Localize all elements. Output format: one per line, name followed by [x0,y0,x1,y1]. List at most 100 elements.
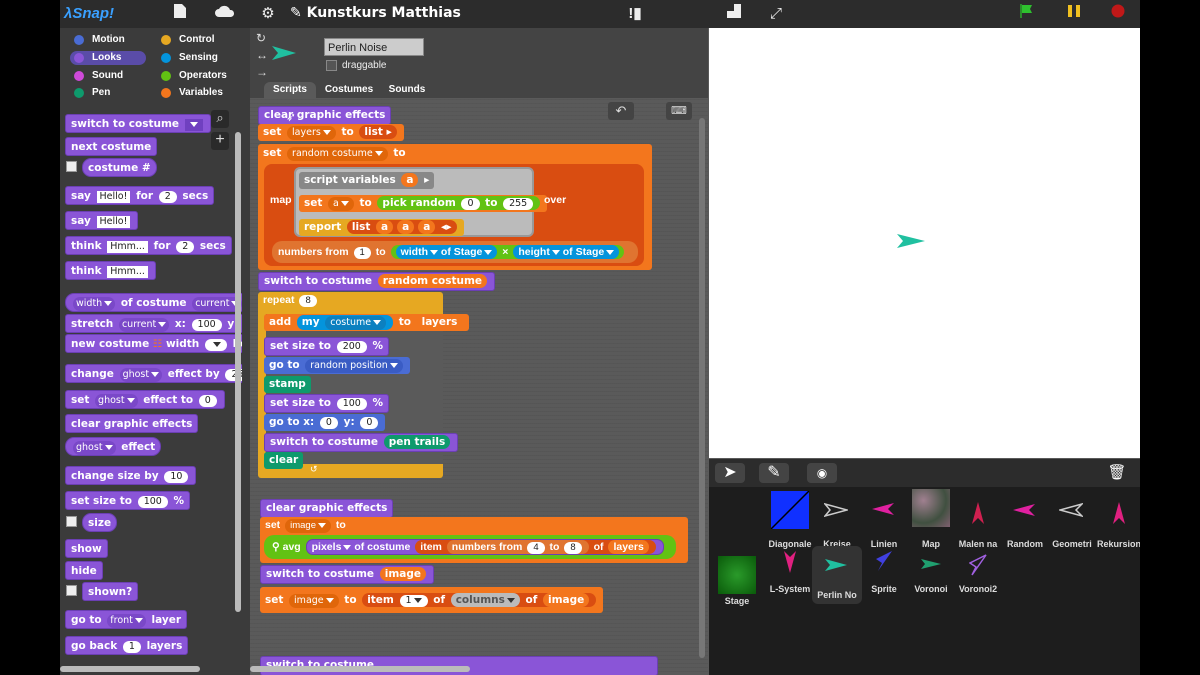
size-value-slot[interactable]: 100 [137,496,168,508]
sprite-rekursion[interactable]: Rekursion [1094,489,1140,549]
keyboard-icon[interactable]: ⌨ [666,102,692,120]
stage[interactable] [709,28,1140,458]
sprite-voronoi[interactable]: Voronoi [906,546,956,606]
switch-to-costume-block[interactable]: switch to costume image [260,565,434,584]
palette-hscrollbar[interactable] [60,666,200,672]
costume-dropdown[interactable]: current [118,318,170,332]
change-size-block[interactable]: change size by 10 [65,466,197,485]
tab-costumes[interactable]: Costumes [318,82,380,98]
x-slot[interactable]: 100 [191,319,222,331]
var-dropdown[interactable]: image [285,519,331,533]
trash-icon[interactable]: 🗑 [1105,463,1129,483]
clear-graphic-effects-block[interactable]: clear graphic effects [65,414,199,433]
add-icon[interactable]: + [211,132,229,150]
unused-blocks-icon[interactable]: !▮ [622,3,648,25]
sprite-arrow-icon[interactable] [896,233,926,254]
y-slot[interactable]: 0 [360,417,379,429]
category-operators[interactable]: Operators [157,69,233,83]
clear-graphic-effects-block[interactable]: clear graphic effects [258,106,392,125]
var-random-costume[interactable]: random costume [377,274,488,288]
category-variables[interactable]: Variables [157,86,233,100]
pixels-of-costume-reporter[interactable]: pixels of costume item numbers from 4 to… [305,539,664,555]
effect-dropdown[interactable]: ghost [73,441,116,455]
scripts-vscrollbar[interactable] [699,118,705,658]
add-to-list-block[interactable]: add my costume to layers [264,314,470,331]
switch-to-costume-block[interactable]: switch to costume random costume [258,272,496,291]
var-image[interactable]: image [542,593,590,607]
category-pen[interactable]: Pen [70,86,146,100]
stage-icon[interactable]: Stage [715,552,767,608]
item-reporter[interactable]: item numbers from 4 to 8 of layers [415,540,656,554]
new-costume-block[interactable]: new costume ☷ width heig [65,334,242,353]
attribute-dropdown[interactable]: width [73,297,116,311]
size-checkbox[interactable] [66,516,77,527]
attribute-of-costume-reporter[interactable]: width of costume current [65,293,242,312]
set-random-costume-block[interactable]: set random costume to map script variabl… [258,144,652,270]
set-size-block[interactable]: set size to 100 % [264,394,390,413]
var-dropdown[interactable]: image [289,594,339,608]
green-flag-icon[interactable] [1016,3,1036,25]
pause-icon[interactable] [1064,3,1084,25]
sprite-voronoi2[interactable]: Voronoi2 [953,546,1003,606]
layers-slot[interactable]: 1 [122,641,141,653]
set-size-block[interactable]: set size to 200 % [264,337,390,356]
secs-slot[interactable]: 2 [176,241,195,253]
script-variables-block[interactable]: script variables a ▸ [299,172,435,189]
var-dropdown[interactable]: random costume [287,147,388,161]
category-sensing[interactable]: Sensing [157,51,233,65]
clear-block[interactable]: clear [264,452,304,469]
go-to-block[interactable]: go to random position [264,357,410,374]
shown-predicate[interactable]: shown? [82,582,139,601]
set-image-item-block[interactable]: set image to item 1 of columns of image [260,587,604,613]
attribute-dropdown[interactable]: columns [450,593,520,607]
think-text-slot[interactable]: Hmm... [107,241,148,253]
effect-reporter[interactable]: ghost effect [65,437,162,456]
go-back-layers-block[interactable]: go back 1 layers [65,636,189,655]
sprite-sprite[interactable]: Sprite [859,546,909,606]
camera-icon[interactable]: ◉ [807,463,837,483]
numbers-from-reporter[interactable]: numbers from 1 to width of Stage × heigh… [272,241,638,263]
think-text-slot[interactable]: Hmm... [107,266,148,278]
my-costume-reporter[interactable]: my costume [296,315,394,330]
map-reporter[interactable]: map script variables a ▸ set a to pick r… [264,164,644,266]
stretch-block[interactable]: stretch current x: 100 y: 50 [65,314,242,333]
sprite-perlin-no[interactable]: Perlin No [812,546,862,604]
category-motion[interactable]: Motion [70,33,146,47]
set-effect-block[interactable]: set ghost effect to 0 [65,390,225,409]
to-slot[interactable]: 8 [564,542,582,554]
clear-graphic-effects-block[interactable]: clear graphic effects [260,499,394,518]
var-a[interactable]: a [418,220,436,234]
item-reporter[interactable]: item 1 of columns of image [362,593,597,607]
numbers-from-reporter[interactable]: numbers from 4 to 8 [446,540,589,554]
set-image-block[interactable]: set image to ⚲ avg pixels of costume ite… [260,517,688,563]
say-text-slot[interactable]: Hello! [96,216,131,228]
effect-dropdown[interactable]: ghost [119,368,163,382]
norotate-icon[interactable]: → [256,65,268,79]
var-a[interactable]: a [376,220,394,234]
search-icon[interactable]: ⌕ [211,110,229,128]
gear-icon[interactable]: ⚙ [258,3,278,25]
say-for-secs-block[interactable]: say Hello! for 2 secs [65,186,215,205]
var-layers[interactable]: layers [608,540,649,554]
snap-logo[interactable]: λSnap! [64,2,114,26]
category-sound[interactable]: Sound [70,69,146,83]
ring-slot[interactable]: script variables a ▸ set a to pick rando… [294,167,548,237]
think-for-secs-block[interactable]: think Hmm... for 2 secs [65,236,232,255]
list-reporter[interactable]: list ▸ [359,125,397,139]
avg-reporter[interactable]: ⚲ avg pixels of costume item numbers fro… [264,535,676,559]
rotate-icon[interactable]: ↻ [256,31,266,45]
pick-random-reporter[interactable]: pick random 0 to 255 [377,196,541,210]
tab-sounds[interactable]: Sounds [382,82,432,98]
switch-to-costume-block[interactable]: switch to costume [65,114,211,133]
stop-icon[interactable] [1108,3,1128,25]
category-looks[interactable]: Looks [70,51,146,65]
var-image[interactable]: image [379,567,426,581]
min-slot[interactable]: 0 [461,198,480,210]
next-costume-block[interactable]: next costume [65,137,158,156]
set-a-block[interactable]: set a to pick random 0 to 255 [299,195,548,212]
think-block[interactable]: think Hmm... [65,261,156,280]
scripts-hscrollbar[interactable] [250,666,470,672]
paint-brush-icon[interactable]: ✎ [759,463,789,483]
file-icon[interactable] [170,3,190,25]
set-size-block[interactable]: set size to 100 % [65,491,191,510]
